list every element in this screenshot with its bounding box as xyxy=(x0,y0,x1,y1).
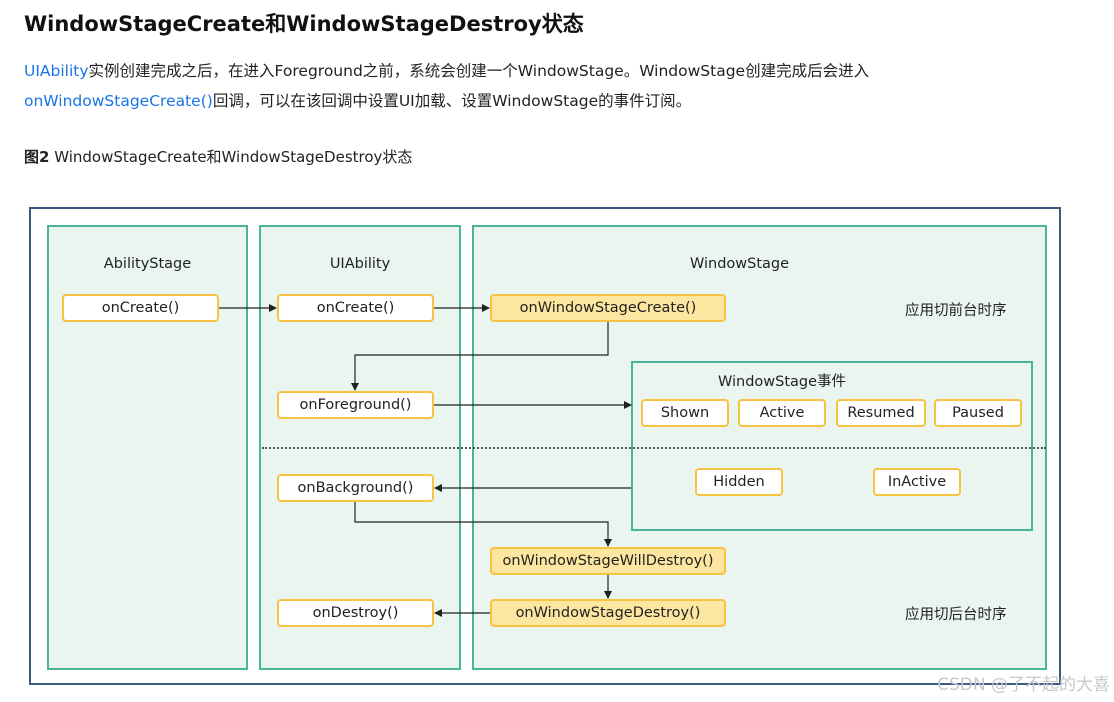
on-window-stage-create-box: onWindowStageCreate() xyxy=(490,294,726,322)
ability-stage-on-create-box: onCreate() xyxy=(62,294,219,322)
uiability-on-create-box: onCreate() xyxy=(277,294,434,322)
watermark: CSDN @了不起的大喜 xyxy=(937,675,1110,695)
event-resumed-box: Resumed xyxy=(836,399,926,427)
window-stage-events-title: WindowStage事件 xyxy=(717,374,847,390)
lifecycle-diagram: AbilityStage UIAbility WindowStage Windo… xyxy=(0,0,1114,702)
foreground-sequence-note: 应用切前台时序 xyxy=(905,303,1007,319)
uiability-on-foreground-box: onForeground() xyxy=(277,391,434,419)
event-paused-box: Paused xyxy=(934,399,1022,427)
on-window-stage-will-destroy-box: onWindowStageWillDestroy() xyxy=(490,547,726,575)
ability-stage-column-title: AbilityStage xyxy=(103,256,192,272)
foreground-background-divider xyxy=(262,447,1046,449)
ability-stage-column xyxy=(47,225,248,670)
on-window-stage-destroy-box: onWindowStageDestroy() xyxy=(490,599,726,627)
uiability-column-title: UIAbility xyxy=(329,256,391,272)
event-shown-box: Shown xyxy=(641,399,729,427)
event-active-box: Active xyxy=(738,399,826,427)
event-inactive-box: InActive xyxy=(873,468,961,496)
window-stage-column-title: WindowStage xyxy=(689,256,790,272)
uiability-on-background-box: onBackground() xyxy=(277,474,434,502)
uiability-on-destroy-box: onDestroy() xyxy=(277,599,434,627)
background-sequence-note: 应用切后台时序 xyxy=(905,607,1007,623)
event-hidden-box: Hidden xyxy=(695,468,783,496)
